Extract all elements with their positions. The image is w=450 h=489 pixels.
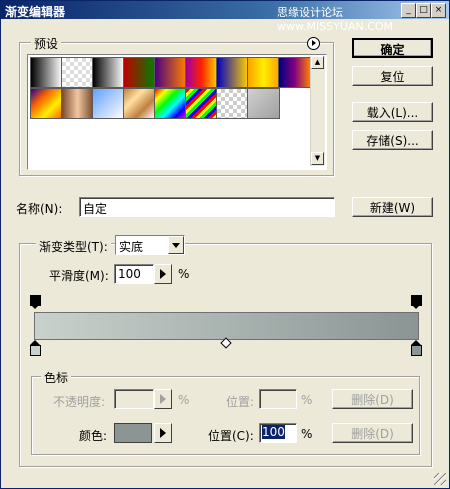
minimize-button[interactable]: _ xyxy=(401,3,416,18)
opacity-input[interactable] xyxy=(114,389,154,409)
preset-swatch[interactable] xyxy=(216,88,249,119)
smoothness-label: 平滑度(M): xyxy=(49,269,109,283)
color-label: 颜色: xyxy=(79,429,108,443)
opacity-stop-left[interactable] xyxy=(30,295,41,309)
stops-label: 色标 xyxy=(41,369,72,386)
gradient-type-select[interactable]: 实底 xyxy=(115,235,185,255)
scroll-up-icon[interactable]: ▲ xyxy=(311,56,324,69)
preset-swatch[interactable] xyxy=(216,57,249,88)
window-title: 渐变编辑器 xyxy=(5,5,66,19)
opacity-arrow-icon[interactable] xyxy=(154,389,172,409)
opacity-location-label: 位置: xyxy=(226,395,255,409)
presets-menu-icon[interactable] xyxy=(307,37,320,50)
stop-color-swatch[interactable] xyxy=(114,423,152,443)
opacity-location-input[interactable] xyxy=(259,389,297,409)
preset-swatch[interactable] xyxy=(185,88,218,119)
new-button[interactable]: 新建(W) xyxy=(352,197,433,217)
smoothness-unit: % xyxy=(178,267,190,281)
resize-grip-icon[interactable] xyxy=(434,473,446,485)
preset-swatch[interactable] xyxy=(185,57,218,88)
save-button[interactable]: 存储(S)... xyxy=(352,130,433,150)
color-location-value: 100 xyxy=(262,425,285,439)
opacity-label: 不透明度: xyxy=(53,395,106,409)
color-delete-button[interactable]: 删除(D) xyxy=(332,423,413,443)
preset-swatch[interactable] xyxy=(278,57,311,88)
presets-label: 预设 xyxy=(31,35,62,52)
color-location-label: 位置(C): xyxy=(208,429,254,443)
maximize-button[interactable]: □ xyxy=(416,3,431,18)
gradient-editor-window: 渐变编辑器 思缘设计论坛 www.MISSYUAN.COM _ □ × 预设 ▲… xyxy=(0,0,450,489)
opacity-unit: % xyxy=(178,393,190,407)
preset-swatch[interactable] xyxy=(154,88,187,119)
preset-scrollbar[interactable]: ▲ ▼ xyxy=(310,56,325,166)
preset-swatch[interactable] xyxy=(247,57,280,88)
preset-swatch[interactable] xyxy=(92,88,125,119)
preset-swatch[interactable] xyxy=(61,88,94,119)
preset-swatch[interactable] xyxy=(123,88,156,119)
close-button[interactable]: × xyxy=(431,3,446,18)
preset-swatch[interactable] xyxy=(154,57,187,88)
gradient-preview-bar[interactable] xyxy=(34,312,419,340)
color-location-input[interactable]: 100 xyxy=(259,423,297,443)
color-location-unit: % xyxy=(301,427,313,441)
smoothness-input[interactable]: 100 xyxy=(114,264,154,284)
preset-swatch[interactable] xyxy=(30,88,63,119)
smoothness-arrow-icon[interactable] xyxy=(154,264,172,284)
name-label: 名称(N): xyxy=(16,202,63,216)
preset-swatch[interactable] xyxy=(61,57,94,88)
opacity-stop-right[interactable] xyxy=(411,295,422,309)
preset-swatch[interactable] xyxy=(30,57,63,88)
preset-swatch[interactable] xyxy=(92,57,125,88)
name-input[interactable]: 自定 xyxy=(79,197,335,217)
preset-swatch[interactable] xyxy=(123,57,156,88)
color-stop-left[interactable] xyxy=(30,340,41,356)
gradient-type-label: 渐变类型(T): xyxy=(36,238,111,255)
chevron-down-icon[interactable] xyxy=(168,236,184,254)
scroll-down-icon[interactable]: ▼ xyxy=(311,152,324,165)
title-bar[interactable]: 渐变编辑器 思缘设计论坛 www.MISSYUAN.COM _ □ × xyxy=(1,1,449,33)
load-button[interactable]: 载入(L)... xyxy=(352,102,433,122)
opacity-location-unit: % xyxy=(301,393,313,407)
ok-button[interactable]: 确定 xyxy=(352,38,433,58)
opacity-delete-button[interactable]: 删除(D) xyxy=(332,389,413,409)
color-arrow-icon[interactable] xyxy=(154,423,172,443)
reset-button[interactable]: 复位 xyxy=(352,66,433,86)
preset-list[interactable] xyxy=(27,54,327,170)
color-stop-right[interactable] xyxy=(411,340,422,356)
gradient-type-value: 实底 xyxy=(119,240,144,254)
preset-swatch[interactable] xyxy=(247,88,280,119)
